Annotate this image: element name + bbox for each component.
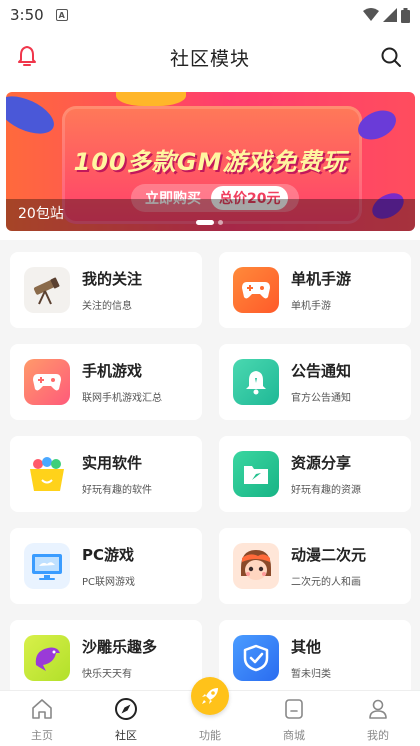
tab-label: 我的 xyxy=(367,729,389,742)
promo-banner[interactable]: 100多款GM游戏免费玩 立即购买 总价20元 20包站 xyxy=(6,92,415,231)
tab-home[interactable]: 主页 xyxy=(0,691,84,746)
tile-useful-software[interactable]: 实用软件 好玩有趣的软件 xyxy=(10,436,202,512)
tile-name: 实用软件 xyxy=(82,454,143,472)
features-fab[interactable] xyxy=(191,677,229,715)
tile-name: 手机游戏 xyxy=(82,362,143,380)
tile-desc: 关注的信息 xyxy=(82,301,132,312)
tile-name: 单机手游 xyxy=(291,270,352,288)
bell-icon xyxy=(233,359,279,405)
tile-single-games[interactable]: 单机手游 单机手游 xyxy=(219,252,411,328)
tile-desc: 快乐天天有 xyxy=(82,669,132,680)
tile-desc: 好玩有趣的软件 xyxy=(82,485,152,496)
status-bar: 3:50 A xyxy=(0,0,420,30)
folder-share-icon xyxy=(233,451,279,497)
tile-desc: 暂未归类 xyxy=(291,669,331,680)
banner-section: 100多款GM游戏免费玩 立即购买 总价20元 20包站 xyxy=(0,84,420,240)
status-time: 3:50 xyxy=(10,6,44,24)
banner-decoration xyxy=(116,92,186,106)
rocket-icon xyxy=(202,688,218,704)
search-icon xyxy=(381,47,401,67)
tab-features[interactable]: 功能 xyxy=(168,677,252,746)
tab-shop[interactable]: 商城 xyxy=(252,691,336,746)
page-title: 社区模块 xyxy=(169,48,250,70)
search-button[interactable] xyxy=(380,46,402,72)
tab-label: 商城 xyxy=(283,729,305,742)
dolphin-icon xyxy=(24,635,70,681)
user-icon xyxy=(369,699,387,719)
signal-icon xyxy=(383,8,397,22)
tab-mine[interactable]: 我的 xyxy=(336,691,420,746)
shop-icon xyxy=(285,699,303,719)
app-header: 社区模块 xyxy=(0,30,420,84)
home-icon xyxy=(32,699,52,719)
gamepad-icon xyxy=(233,267,279,313)
tile-mobile-games[interactable]: 手机游戏 联网手机游戏汇总 xyxy=(10,344,202,420)
tile-desc: 官方公告通知 xyxy=(291,393,351,404)
compass-icon xyxy=(115,698,137,720)
tile-desc: 联网手机游戏汇总 xyxy=(82,393,162,404)
battery-icon xyxy=(401,7,410,23)
tile-desc: PC联网游戏 xyxy=(82,577,136,588)
tab-label: 主页 xyxy=(31,729,53,742)
banner-caption-bar xyxy=(6,199,415,231)
wifi-icon xyxy=(363,8,379,21)
tile-other[interactable]: 其他 暂未归类 xyxy=(219,620,411,696)
tile-funny[interactable]: 沙雕乐趣多 快乐天天有 xyxy=(10,620,202,696)
banner-decoration xyxy=(6,92,60,142)
tile-announcements[interactable]: 公告通知 官方公告通知 xyxy=(219,344,411,420)
tile-anime[interactable]: 动漫二次元 二次元的人和画 xyxy=(219,528,411,604)
carousel-dot xyxy=(218,220,223,225)
tab-community[interactable]: 社区 xyxy=(84,691,168,746)
tile-name: 动漫二次元 xyxy=(291,546,367,564)
tile-desc: 单机手游 xyxy=(291,301,331,312)
bottom-tab-bar: 主页 社区 功能 商城 我的 xyxy=(0,677,420,746)
tile-desc: 好玩有趣的资源 xyxy=(291,485,361,496)
carousel-dot-active xyxy=(196,220,214,225)
anime-avatar-icon xyxy=(233,543,279,589)
carousel-indicator xyxy=(196,220,223,225)
tile-name: 公告通知 xyxy=(291,362,352,380)
tab-label: 功能 xyxy=(199,729,221,742)
shield-check-icon xyxy=(233,635,279,681)
tile-name: 我的关注 xyxy=(82,270,143,288)
tile-name: 沙雕乐趣多 xyxy=(82,638,158,656)
tile-desc: 二次元的人和画 xyxy=(291,577,361,588)
banner-headline: 100多款GM游戏免费玩 xyxy=(73,148,348,176)
tile-name: PC游戏 xyxy=(82,546,135,564)
tile-name: 其他 xyxy=(291,638,322,656)
status-icons xyxy=(363,7,410,23)
notification-a-icon: A xyxy=(55,9,68,21)
tile-pc-games[interactable]: PC游戏 PC联网游戏 xyxy=(10,528,202,604)
module-grid: 我的关注 关注的信息 单机手游 单机手游 手机游戏 联网手机游戏汇总 公告通知 … xyxy=(0,240,420,696)
basket-icon xyxy=(24,451,70,497)
gamepad-icon xyxy=(24,359,70,405)
monitor-icon xyxy=(24,543,70,589)
tile-my-follows[interactable]: 我的关注 关注的信息 xyxy=(10,252,202,328)
telescope-icon xyxy=(24,267,70,313)
tab-label: 社区 xyxy=(115,729,137,742)
tile-resource-share[interactable]: 资源分享 好玩有趣的资源 xyxy=(219,436,411,512)
banner-caption: 20包站 xyxy=(18,206,64,222)
tile-name: 资源分享 xyxy=(291,454,352,472)
